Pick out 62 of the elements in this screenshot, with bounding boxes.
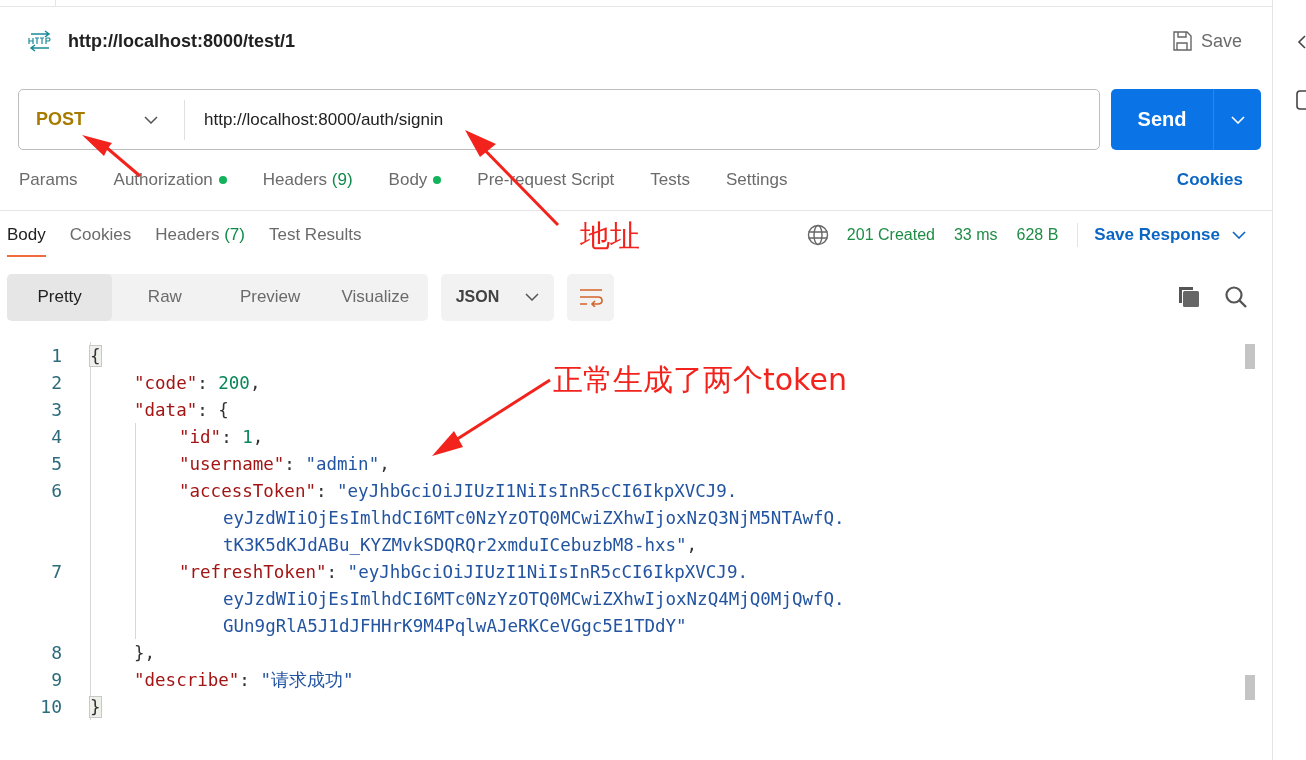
request-tab[interactable]: Tests	[650, 170, 691, 190]
request-tab[interactable]: Body	[388, 170, 442, 190]
response-tab[interactable]: Cookies	[69, 213, 132, 257]
response-tab[interactable]: Test Results	[268, 213, 362, 257]
line-number: 5	[50, 453, 62, 474]
request-tab[interactable]: Headers (9)	[262, 170, 353, 190]
code-line: "describe": "请求成功"	[134, 668, 354, 692]
code-icon[interactable]	[1296, 34, 1306, 50]
line-number: 4	[50, 426, 62, 447]
line-number: 6	[50, 480, 62, 501]
code-line: "username": "admin",	[179, 452, 390, 476]
response-tab[interactable]: Body	[7, 213, 46, 257]
code-line: "refreshToken": "eyJhbGciOiJIUzI1NiIsInR5cCI6IkpXVCJ9.	[179, 560, 748, 584]
request-title: http://localhost:8000/test/1	[68, 30, 296, 52]
code-line: tK3K5dKJdABu_KYZMvkSDQRQr2xmduICebuzbM8-hxs",	[223, 533, 698, 557]
send-button[interactable]: Send	[1111, 89, 1214, 150]
code-line: },	[134, 641, 156, 665]
line-number: 2	[50, 372, 62, 393]
line-number: 8	[50, 642, 62, 663]
request-tab[interactable]: Params	[19, 170, 78, 190]
code-line: eyJzdWIiOjEsImlhdCI6MTc0NzYzOTQ0MCwiZXhwIjoxNzQ3NjM5NTAwfQ.	[223, 506, 845, 530]
cookies-link[interactable]: Cookies	[1176, 170, 1243, 190]
view-mode-tab[interactable]: Visualize	[322, 273, 428, 321]
code-line: eyJzdWIiOjEsImlhdCI6MTc0NzYzOTQ0MCwiZXhwIjoxNzQ4MjQ0MjQwfQ.	[223, 587, 845, 611]
response-time: 33 ms	[953, 226, 998, 244]
save-button[interactable]: Save	[1170, 30, 1242, 52]
search-icon[interactable]	[1224, 285, 1248, 309]
save-response-button[interactable]: Save Response	[1094, 225, 1246, 245]
code-line: "id": 1,	[179, 425, 264, 449]
view-mode-tab[interactable]: Pretty	[7, 273, 113, 321]
save-icon	[1170, 30, 1193, 52]
code-line: GUn9gRlA5J1dJFHHrK9M4PqlwAJeRKCeVGgc5E1TDdY"	[223, 614, 687, 638]
response-size: 628 B	[1016, 226, 1059, 244]
line-number: 1	[50, 345, 62, 366]
document-icon[interactable]	[1296, 90, 1306, 110]
line-number: 10	[39, 696, 62, 717]
caret-icon	[1232, 231, 1246, 239]
caret-icon	[525, 293, 540, 301]
view-mode-tab[interactable]: Raw	[112, 273, 218, 321]
request-tab[interactable]: Authorization	[113, 170, 227, 190]
view-mode-tab[interactable]: Preview	[217, 273, 323, 321]
url-bar[interactable]: POST http://localhost:8000/auth/signin	[18, 89, 1100, 150]
status-code: 201 Created	[846, 226, 935, 244]
line-number: 7	[50, 561, 62, 582]
line-number: 3	[50, 399, 62, 420]
annotation-text: 正常生成了两个token	[553, 361, 847, 399]
request-tab[interactable]: Settings	[726, 170, 788, 190]
caret-icon	[1230, 115, 1245, 124]
globe-icon[interactable]	[806, 224, 829, 246]
format-dropdown[interactable]: JSON	[441, 273, 554, 321]
code-line: "accessToken": "eyJhbGciOiJIUzI1NiIsInR5cCI6IkpXVCJ9.	[179, 479, 738, 503]
http-icon	[27, 28, 53, 54]
code-line: "code": 200,	[134, 371, 261, 395]
response-tab[interactable]: Headers (7)	[155, 213, 245, 257]
caret-icon	[144, 115, 158, 124]
wrap-lines-button[interactable]	[567, 273, 614, 321]
code-line: "data": {	[134, 398, 229, 422]
line-number: 9	[50, 669, 62, 690]
copy-icon[interactable]	[1177, 285, 1201, 309]
url-field[interactable]: http://localhost:8000/auth/signin	[185, 108, 1099, 131]
wrap-lines-icon	[577, 287, 604, 307]
annotation-text: 地址	[580, 217, 640, 255]
